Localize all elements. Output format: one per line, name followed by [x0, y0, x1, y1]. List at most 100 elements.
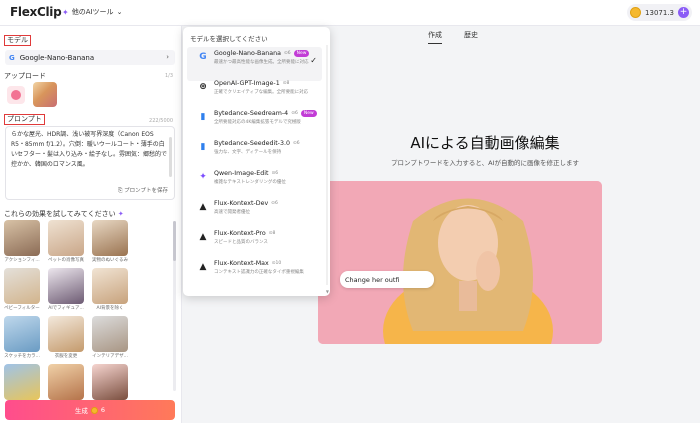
model-option[interactable]: ▮ Bytedance-Seedream-4 ⊙6 New 全所要能対応の4K編集拡張モ…: [187, 107, 322, 141]
top-bar: FlexClip ✦ 他のAIツール ⌄ 13071.3 +: [0, 0, 700, 26]
save-prompt-button[interactable]: ⎘ プロンプトを保存: [118, 186, 168, 195]
other-ai-tools-label: 他のAIツール: [71, 8, 114, 16]
other-ai-tools-menu[interactable]: ✦ 他のAIツール ⌄: [62, 7, 122, 17]
effect-thumbnail: [92, 316, 128, 352]
model-icon: ▲: [199, 262, 207, 272]
model-option-name: Flux-Kontext-Dev: [214, 200, 269, 207]
effect-caption: ペビーフィルター: [4, 306, 40, 311]
effect-tile[interactable]: スケッチをカラ...: [4, 316, 40, 359]
model-dropdown-title: モデルを選択してください: [190, 35, 268, 43]
model-option-name: Flux-Kontext-Max: [214, 260, 269, 267]
model-icon: ▲: [199, 202, 207, 212]
effect-tile[interactable]: AI背景を除く: [92, 268, 128, 311]
effect-tile[interactable]: [48, 364, 84, 401]
page-title: AIによる自動画像編集: [410, 134, 560, 152]
effect-tile[interactable]: ペットの肖像写真: [48, 220, 84, 263]
effect-caption: 衣服を変更: [54, 354, 78, 359]
left-panel-scrollbar[interactable]: [173, 221, 176, 391]
new-badge: New: [293, 50, 310, 57]
model-option-credit: ⊙10: [271, 261, 282, 266]
effect-thumbnail: [92, 364, 128, 400]
checkmark-icon: ✓: [310, 56, 317, 65]
effect-tile[interactable]: 衣服を変更: [48, 316, 84, 359]
page-subtitle: プロンプトワードを入力すると、AIが自動的に画像を修正します: [391, 159, 579, 167]
effect-thumbnail: [4, 364, 40, 400]
model-option-name: OpenAI-GPT-Image-1: [214, 80, 280, 87]
effect-thumbnail: [92, 268, 128, 304]
uploaded-image-thumbnail[interactable]: [33, 82, 57, 107]
tab-create[interactable]: 作成: [428, 30, 442, 44]
effect-tile[interactable]: AIでフィギュア...: [48, 268, 84, 311]
effect-caption: AI背景を除く: [96, 306, 124, 311]
prompt-input[interactable]: らかな屋光、HDR調、浅い被写界深度（Canon EOS R5・85mm f/1…: [5, 126, 175, 200]
credits-badge[interactable]: 13071.3 +: [627, 4, 692, 21]
model-icon: ⊛: [199, 82, 207, 92]
effect-thumbnail: [92, 220, 128, 256]
model-option-description: 強力な、文字、ディテールを保持: [214, 150, 282, 155]
model-select-value: Google-Nano-Banana: [19, 53, 95, 62]
effect-tile[interactable]: 実物のぬいぐるみ: [92, 220, 128, 263]
effect-thumbnail: [48, 316, 84, 352]
effect-thumbnail: [4, 268, 40, 304]
scroll-down-icon[interactable]: ▼: [326, 289, 329, 294]
model-option-name: Flux-Kontext-Pro: [214, 230, 266, 237]
flexclip-logo[interactable]: FlexClip: [10, 5, 62, 19]
model-icon: ✦: [199, 172, 207, 182]
model-option[interactable]: ✦ Qwen-Image-Edit ⊙6 複雑なテキストレンダリングの優位: [187, 167, 322, 201]
chevron-right-icon: ›: [166, 53, 169, 61]
model-option-description: 最速かつ最高性能な画像生成。全所要能に対応: [214, 60, 309, 65]
effect-tile[interactable]: インテリアデザ...: [92, 316, 128, 359]
model-option-description: 高速で開発者優位: [214, 210, 250, 215]
model-option[interactable]: ▮ Bytedance-Seededit-3.0 ⊙6 強力な、文字、ディテールを保持: [187, 137, 322, 171]
prompt-text[interactable]: らかな屋光、HDR調、浅い被写界深度（Canon EOS R5・85mm f/1…: [11, 130, 169, 170]
effect-caption: 実物のぬいぐるみ: [92, 258, 128, 263]
model-option-description: 複雑なテキストレンダリングの優位: [214, 180, 286, 185]
model-option[interactable]: ▲ Flux-Kontext-Dev ⊙6 高速で開発者優位: [187, 197, 322, 231]
model-option[interactable]: G Google-Nano-Banana ⊙6 New 最速かつ最高性能な画像生成。全所…: [187, 47, 322, 81]
model-dropdown: モデルを選択してください G Google-Nano-Banana ⊙6 New 最速か…: [183, 27, 330, 296]
effect-caption: ペットの肖像写真: [48, 258, 84, 263]
effect-thumbnail: [48, 364, 84, 400]
left-panel: モデル G Google-Nano-Banana › アップロード 1/3 プロ…: [0, 26, 182, 423]
effect-tile[interactable]: [4, 364, 40, 401]
upload-section-label: アップロード: [4, 72, 46, 80]
model-icon: ▮: [200, 142, 206, 152]
effect-tile[interactable]: アクションフィ...: [4, 220, 40, 263]
model-option-credit: ⊙8: [282, 81, 290, 86]
add-credits-icon[interactable]: +: [678, 7, 689, 18]
model-select[interactable]: G Google-Nano-Banana ›: [5, 50, 175, 65]
effect-tile[interactable]: ペビーフィルター: [4, 268, 40, 311]
effect-caption: インテリアデザ...: [92, 354, 128, 359]
effect-caption: アクションフィ...: [4, 258, 40, 263]
tab-history[interactable]: 歴史: [464, 30, 478, 44]
upload-add-button[interactable]: [7, 86, 25, 104]
model-option[interactable]: ⊛ OpenAI-GPT-Image-1 ⊙8 正確でクリエイティブな編集。全所要能に…: [187, 77, 322, 111]
generate-cost: 6: [100, 406, 106, 414]
upload-count: 1/3: [164, 73, 173, 79]
model-option[interactable]: ▲ Flux-Kontext-Pro ⊙8 スピードと品質のバランス: [187, 227, 322, 261]
new-badge: New: [300, 110, 317, 117]
model-option-description: コンテキスト認識力の正確なタイポ重視編集: [214, 270, 304, 275]
effect-tile[interactable]: [92, 364, 128, 401]
hero-image: [318, 181, 602, 344]
model-option-name: Bytedance-Seedream-4: [214, 110, 289, 117]
model-option-credit: ⊙8: [268, 231, 276, 236]
effect-caption: スケッチをカラ...: [4, 354, 40, 359]
generate-button[interactable]: 生成 6: [5, 400, 175, 420]
model-option-credit: ⊙6: [291, 111, 298, 116]
prompt-section-label: プロンプト: [4, 114, 45, 125]
prompt-scrollbar[interactable]: [169, 137, 172, 177]
model-option[interactable]: ▲ Flux-Kontext-Max ⊙10 コンテキスト認識力の正確なタイポ重視編集: [187, 257, 322, 291]
coin-icon: [630, 7, 642, 18]
model-option-name: Bytedance-Seededit-3.0: [214, 140, 290, 147]
generate-label: 生成: [74, 407, 88, 415]
model-icon: ▮: [200, 112, 206, 122]
effect-thumbnail: [4, 220, 40, 256]
edit-prompt-bubble: Change her outfi: [340, 271, 434, 288]
sparkle-icon: ✦: [62, 7, 69, 17]
chevron-down-icon: ⌄: [116, 8, 123, 16]
model-option-description: スピードと品質のバランス: [214, 240, 268, 245]
dropdown-scrollbar[interactable]: [326, 45, 328, 285]
model-option-credit: ⊙6: [271, 201, 278, 206]
sparkle-icon: ✦: [115, 210, 124, 218]
